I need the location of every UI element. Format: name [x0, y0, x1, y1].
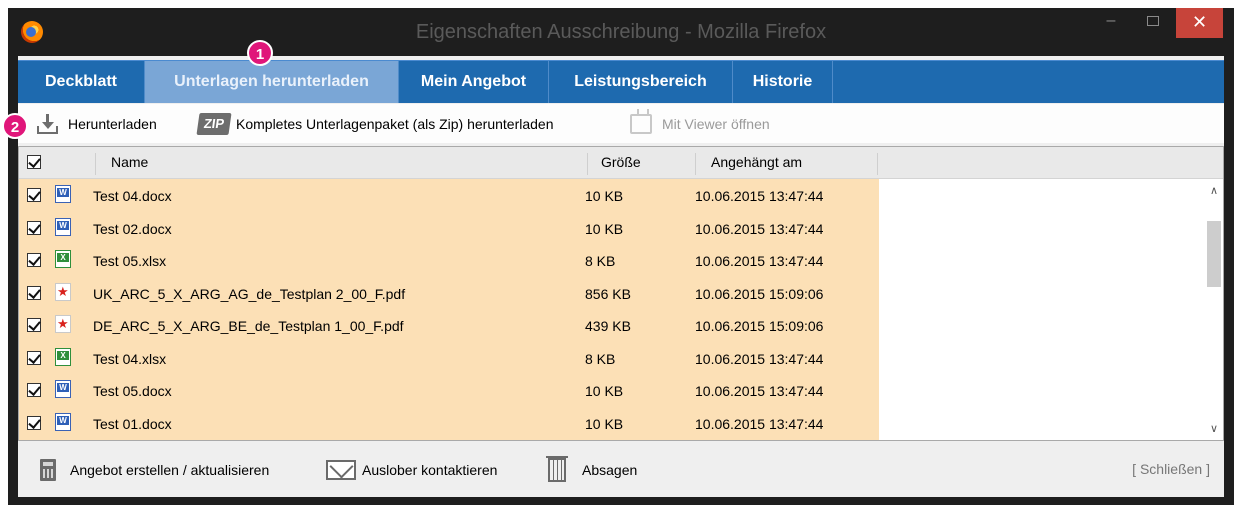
file-name[interactable]: Test 04.xlsx: [93, 342, 166, 374]
scroll-down-icon[interactable]: ∨: [1205, 421, 1223, 437]
footer-actions: Angebot erstellen / aktualisieren Auslob…: [18, 442, 1224, 497]
word-file-icon: [55, 217, 71, 236]
attached-date: 10.06.2015 13:47:44: [695, 415, 824, 432]
maximize-button[interactable]: [1138, 8, 1168, 38]
calculator-icon: [40, 458, 56, 481]
row-checkbox[interactable]: [27, 415, 41, 430]
annotation-badge-2: 2: [2, 113, 28, 139]
close-window-button[interactable]: ✕: [1176, 8, 1223, 38]
row-checkbox[interactable]: [27, 253, 41, 267]
decline-button[interactable]: Absagen: [546, 442, 638, 497]
excel-file-icon: [55, 347, 71, 366]
tab-deckblatt[interactable]: Deckblatt: [18, 61, 145, 103]
column-header-size[interactable]: Größe: [601, 147, 641, 179]
dialog-content: Deckblatt Unterlagen herunterladen Mein …: [18, 56, 1224, 497]
select-all-checkbox[interactable]: [27, 155, 41, 169]
create-offer-label: Angebot erstellen / aktualisieren: [70, 461, 270, 478]
attached-date: 10.06.2015 13:47:44: [695, 220, 824, 237]
download-zip-button[interactable]: ZIP Kompletes Unterlagenpaket (als Zip) …: [196, 104, 554, 143]
zip-icon: ZIP: [196, 112, 232, 135]
file-size: 439 KB: [585, 318, 631, 334]
tab-leistungsbereich[interactable]: Leistungsbereich: [549, 61, 733, 103]
open-viewer-button[interactable]: Mit Viewer öffnen: [630, 104, 770, 143]
minimize-button[interactable]: –: [1096, 8, 1126, 38]
row-checkbox[interactable]: [27, 383, 41, 397]
file-name[interactable]: Test 01.docx: [93, 407, 172, 439]
tab-bar: Deckblatt Unterlagen herunterladen Mein …: [18, 60, 1224, 103]
table-row[interactable]: Test 05.docx 10 KB 10.06.2015 13:47:44: [19, 374, 879, 406]
open-viewer-label: Mit Viewer öffnen: [662, 115, 770, 132]
file-name[interactable]: UK_ARC_5_X_ARG_AG_de_Testplan 2_00_F.pdf: [93, 277, 405, 309]
download-zip-label: Kompletes Unterlagenpaket (als Zip) heru…: [236, 115, 554, 132]
contact-issuer-button[interactable]: Auslober kontaktieren: [326, 442, 497, 497]
row-checkbox[interactable]: [27, 285, 41, 300]
table-row[interactable]: Test 04.xlsx 8 KB 10.06.2015 13:47:44: [19, 342, 879, 374]
file-name[interactable]: Test 05.xlsx: [93, 244, 166, 276]
table-row[interactable]: Test 05.xlsx 8 KB 10.06.2015 13:47:44: [19, 244, 879, 276]
pdf-file-icon: [55, 315, 71, 333]
trash-icon: [546, 455, 568, 482]
decline-label: Absagen: [582, 461, 638, 478]
attached-date: 10.06.2015 15:09:06: [695, 285, 824, 302]
word-file-icon: [55, 380, 71, 398]
table-row[interactable]: UK_ARC_5_X_ARG_AG_de_Testplan 2_00_F.pdf…: [19, 277, 879, 309]
scrollbar-thumb[interactable]: [1207, 221, 1221, 287]
tab-historie[interactable]: Historie: [733, 61, 833, 103]
file-size: 8 KB: [585, 253, 616, 269]
browser-window: Eigenschaften Ausschreibung - Mozilla Fi…: [8, 8, 1234, 505]
word-file-icon: [55, 185, 71, 203]
toolbar: Herunterladen ZIP Kompletes Unterlagenpa…: [18, 104, 1224, 143]
table-row[interactable]: Test 04.docx 10 KB 10.06.2015 13:47:44: [19, 179, 879, 211]
download-icon: [36, 112, 60, 136]
contact-issuer-label: Auslober kontaktieren: [362, 461, 498, 478]
mail-icon: [326, 459, 356, 480]
column-header-name[interactable]: Name: [111, 147, 148, 179]
window-title: Eigenschaften Ausschreibung - Mozilla Fi…: [415, 21, 827, 43]
vertical-scrollbar[interactable]: ∧ ∨: [1205, 179, 1223, 440]
row-checkbox[interactable]: [27, 220, 41, 235]
attached-date: 10.06.2015 15:09:06: [695, 318, 824, 334]
file-size: 8 KB: [585, 350, 616, 367]
table-row[interactable]: Test 01.docx 10 KB 10.06.2015 13:47:44: [19, 407, 879, 439]
maximize-icon: [1147, 16, 1159, 26]
tab-unterlagen-herunterladen[interactable]: Unterlagen herunterladen: [145, 61, 399, 103]
scroll-up-icon[interactable]: ∧: [1205, 183, 1223, 199]
attached-date: 10.06.2015 13:47:44: [695, 350, 824, 367]
file-name[interactable]: Test 04.docx: [93, 179, 172, 211]
table-header: Name Größe Angehängt am: [19, 147, 1223, 179]
file-name[interactable]: Test 05.docx: [93, 374, 172, 406]
title-bar: Eigenschaften Ausschreibung - Mozilla Fi…: [8, 8, 1234, 56]
file-size: 10 KB: [585, 415, 624, 432]
viewer-icon: [630, 113, 652, 134]
attached-date: 10.06.2015 13:47:44: [695, 188, 824, 204]
file-size: 10 KB: [585, 188, 624, 204]
file-size: 10 KB: [585, 383, 624, 399]
pdf-file-icon: [55, 282, 71, 301]
table-body: Test 04.docx10 KB10.06.2015 13:47:44Test…: [19, 179, 879, 440]
table-row[interactable]: Test 02.docx 10 KB 10.06.2015 13:47:44: [19, 212, 879, 244]
tab-mein-angebot[interactable]: Mein Angebot: [399, 61, 549, 103]
file-size: 856 KB: [585, 285, 631, 302]
download-label: Herunterladen: [68, 115, 157, 132]
table-row[interactable]: DE_ARC_5_X_ARG_BE_de_Testplan 1_00_F.pdf…: [19, 309, 879, 341]
attached-date: 10.06.2015 13:47:44: [695, 383, 824, 399]
file-size: 10 KB: [585, 220, 624, 237]
row-checkbox[interactable]: [27, 188, 41, 202]
file-name[interactable]: Test 02.docx: [93, 212, 172, 244]
attachments-table: Name Größe Angehängt am Test 04.docx 10 K…: [18, 146, 1224, 441]
excel-file-icon: [55, 250, 71, 268]
file-name[interactable]: DE_ARC_5_X_ARG_BE_de_Testplan 1_00_F.pdf: [93, 309, 404, 341]
annotation-badge-1: 1: [247, 40, 273, 66]
row-checkbox[interactable]: [27, 318, 41, 332]
row-checkbox[interactable]: [27, 350, 41, 365]
create-offer-button[interactable]: Angebot erstellen / aktualisieren: [40, 442, 269, 497]
download-button[interactable]: Herunterladen: [36, 104, 157, 143]
attached-date: 10.06.2015 13:47:44: [695, 253, 824, 269]
word-file-icon: [55, 412, 71, 431]
column-header-attached[interactable]: Angehängt am: [711, 147, 802, 179]
close-dialog-link[interactable]: [ Schließen ]: [1132, 442, 1210, 497]
